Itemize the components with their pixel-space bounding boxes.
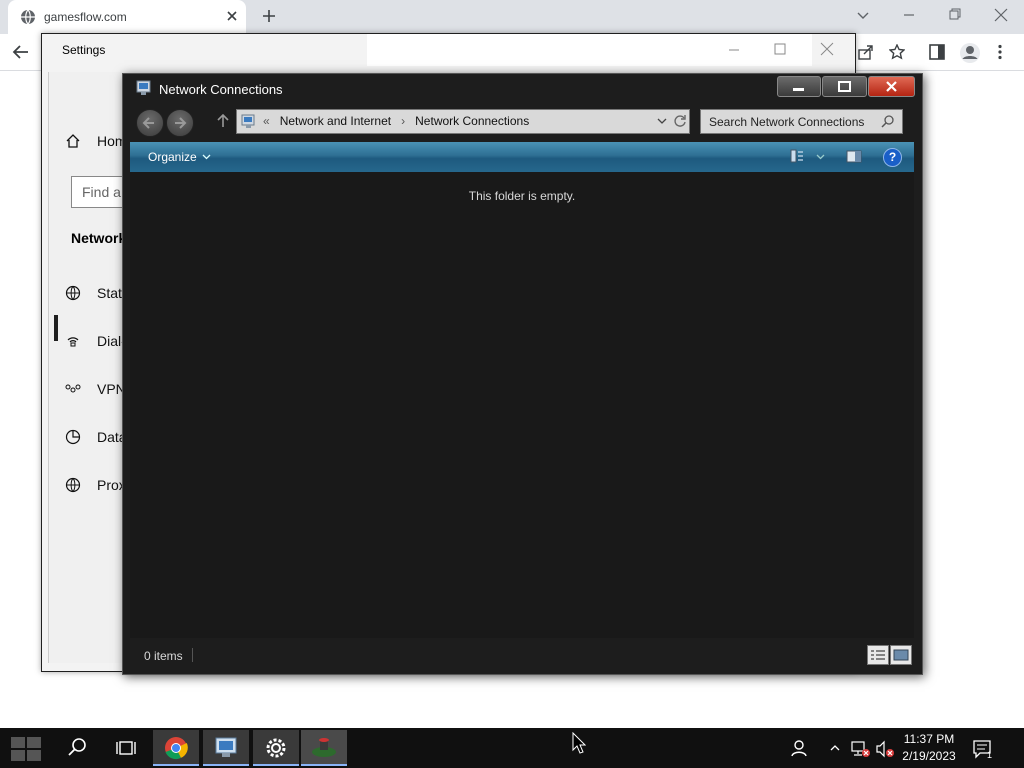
active-app-indicator (301, 764, 347, 766)
clock-date[interactable]: 2/19/2023 (898, 749, 960, 763)
status-bar: 0 items (130, 642, 914, 668)
settings-titlebar-right (367, 34, 812, 66)
status-separator (192, 648, 193, 662)
active-app-indicator (203, 764, 249, 766)
active-app-indicator (253, 764, 299, 766)
up-arrow-icon[interactable] (217, 114, 229, 128)
active-app-indicator (153, 764, 199, 766)
maximize-button[interactable] (822, 76, 867, 97)
network-folder-icon (241, 113, 257, 129)
nc-window-title: Network Connections (159, 82, 283, 97)
notification-count: 1 (987, 750, 992, 759)
share-icon[interactable] (858, 44, 874, 60)
network-status-icon[interactable] (851, 740, 871, 758)
empty-folder-message: This folder is empty. (468, 189, 576, 203)
status-globe-icon (65, 285, 81, 301)
nav-forward-button[interactable] (166, 109, 194, 137)
address-dropdown-icon[interactable] (657, 117, 667, 125)
preview-pane-icon[interactable] (846, 150, 862, 163)
proxy-globe-icon (65, 477, 81, 493)
item-count: 0 items (144, 649, 183, 663)
minimize-button[interactable] (777, 76, 821, 97)
search-network-connections-input[interactable]: Search Network Connections (700, 109, 903, 134)
people-icon[interactable] (791, 739, 809, 757)
profile-icon[interactable] (959, 42, 981, 64)
breadcrumb: « Network and Internet › Network Connect… (263, 114, 529, 128)
data-usage-icon (65, 429, 81, 445)
search-icon[interactable] (881, 115, 894, 128)
view-options-chevron-icon[interactable] (816, 154, 825, 160)
minimize-icon[interactable] (903, 9, 915, 21)
browser-tab-title: gamesflow.com (44, 10, 127, 24)
chevron-down-icon[interactable] (857, 9, 869, 21)
restore-icon[interactable] (949, 8, 961, 20)
settings-window-title: Settings (62, 43, 106, 57)
minimize-icon[interactable] (728, 44, 740, 56)
game-app-icon[interactable] (301, 730, 347, 766)
large-icons-view-icon[interactable] (890, 645, 912, 665)
vpn-icon (65, 381, 81, 397)
breadcrumb-overflow[interactable]: « (263, 114, 270, 128)
network-connections-window: Network Connections « Network and Intern… (122, 73, 923, 675)
star-icon[interactable] (889, 44, 905, 60)
close-tab-icon[interactable] (226, 10, 238, 22)
breadcrumb-item-network-connections[interactable]: Network Connections (415, 114, 529, 128)
maximize-icon[interactable] (774, 43, 786, 55)
nc-caption-buttons (777, 76, 915, 97)
new-tab-plus-icon[interactable] (262, 9, 276, 23)
command-bar: Organize ? (130, 142, 914, 172)
close-window-icon[interactable] (994, 8, 1008, 22)
search-placeholder: Search Network Connections (709, 115, 865, 129)
help-button[interactable]: ? (883, 148, 902, 167)
action-center-icon[interactable]: 1 (972, 739, 994, 759)
task-view-icon[interactable] (116, 738, 136, 758)
chrome-icon[interactable] (153, 730, 199, 766)
globe-icon (20, 9, 36, 25)
network-control-panel-icon[interactable] (203, 730, 249, 766)
dialup-icon (65, 333, 81, 349)
nav-back-button[interactable] (136, 109, 164, 137)
change-view-icon[interactable] (790, 149, 804, 163)
chevron-down-icon[interactable] (202, 154, 211, 160)
file-list-area[interactable]: This folder is empty. (130, 172, 914, 638)
browser-tab[interactable]: gamesflow.com (8, 0, 246, 34)
refresh-icon[interactable] (673, 114, 687, 128)
settings-gear-icon[interactable] (253, 730, 299, 766)
settings-section-heading: Network (71, 230, 127, 246)
close-button[interactable] (868, 76, 915, 97)
taskbar: 11:37 PM 2/19/2023 1 (0, 728, 1024, 768)
organize-button[interactable]: Organize (148, 150, 197, 164)
details-view-icon[interactable] (867, 645, 889, 665)
back-arrow-icon[interactable] (12, 43, 30, 61)
close-icon[interactable] (820, 42, 834, 56)
side-panel-icon[interactable] (929, 44, 945, 60)
windows-start-icon[interactable] (10, 736, 42, 762)
kebab-menu-icon[interactable] (997, 44, 1003, 60)
breadcrumb-item-network-and-internet[interactable]: Network and Internet (280, 114, 391, 128)
clock-time[interactable]: 11:37 PM (898, 732, 960, 746)
volume-muted-icon[interactable] (875, 740, 895, 758)
show-hidden-icons-icon[interactable] (830, 744, 840, 751)
network-connections-icon (136, 80, 152, 96)
breadcrumb-separator[interactable]: › (401, 114, 405, 128)
home-icon (65, 133, 81, 149)
taskbar-search-icon[interactable] (66, 737, 88, 759)
mouse-cursor-icon (572, 732, 586, 754)
address-bar[interactable]: « Network and Internet › Network Connect… (236, 109, 690, 134)
